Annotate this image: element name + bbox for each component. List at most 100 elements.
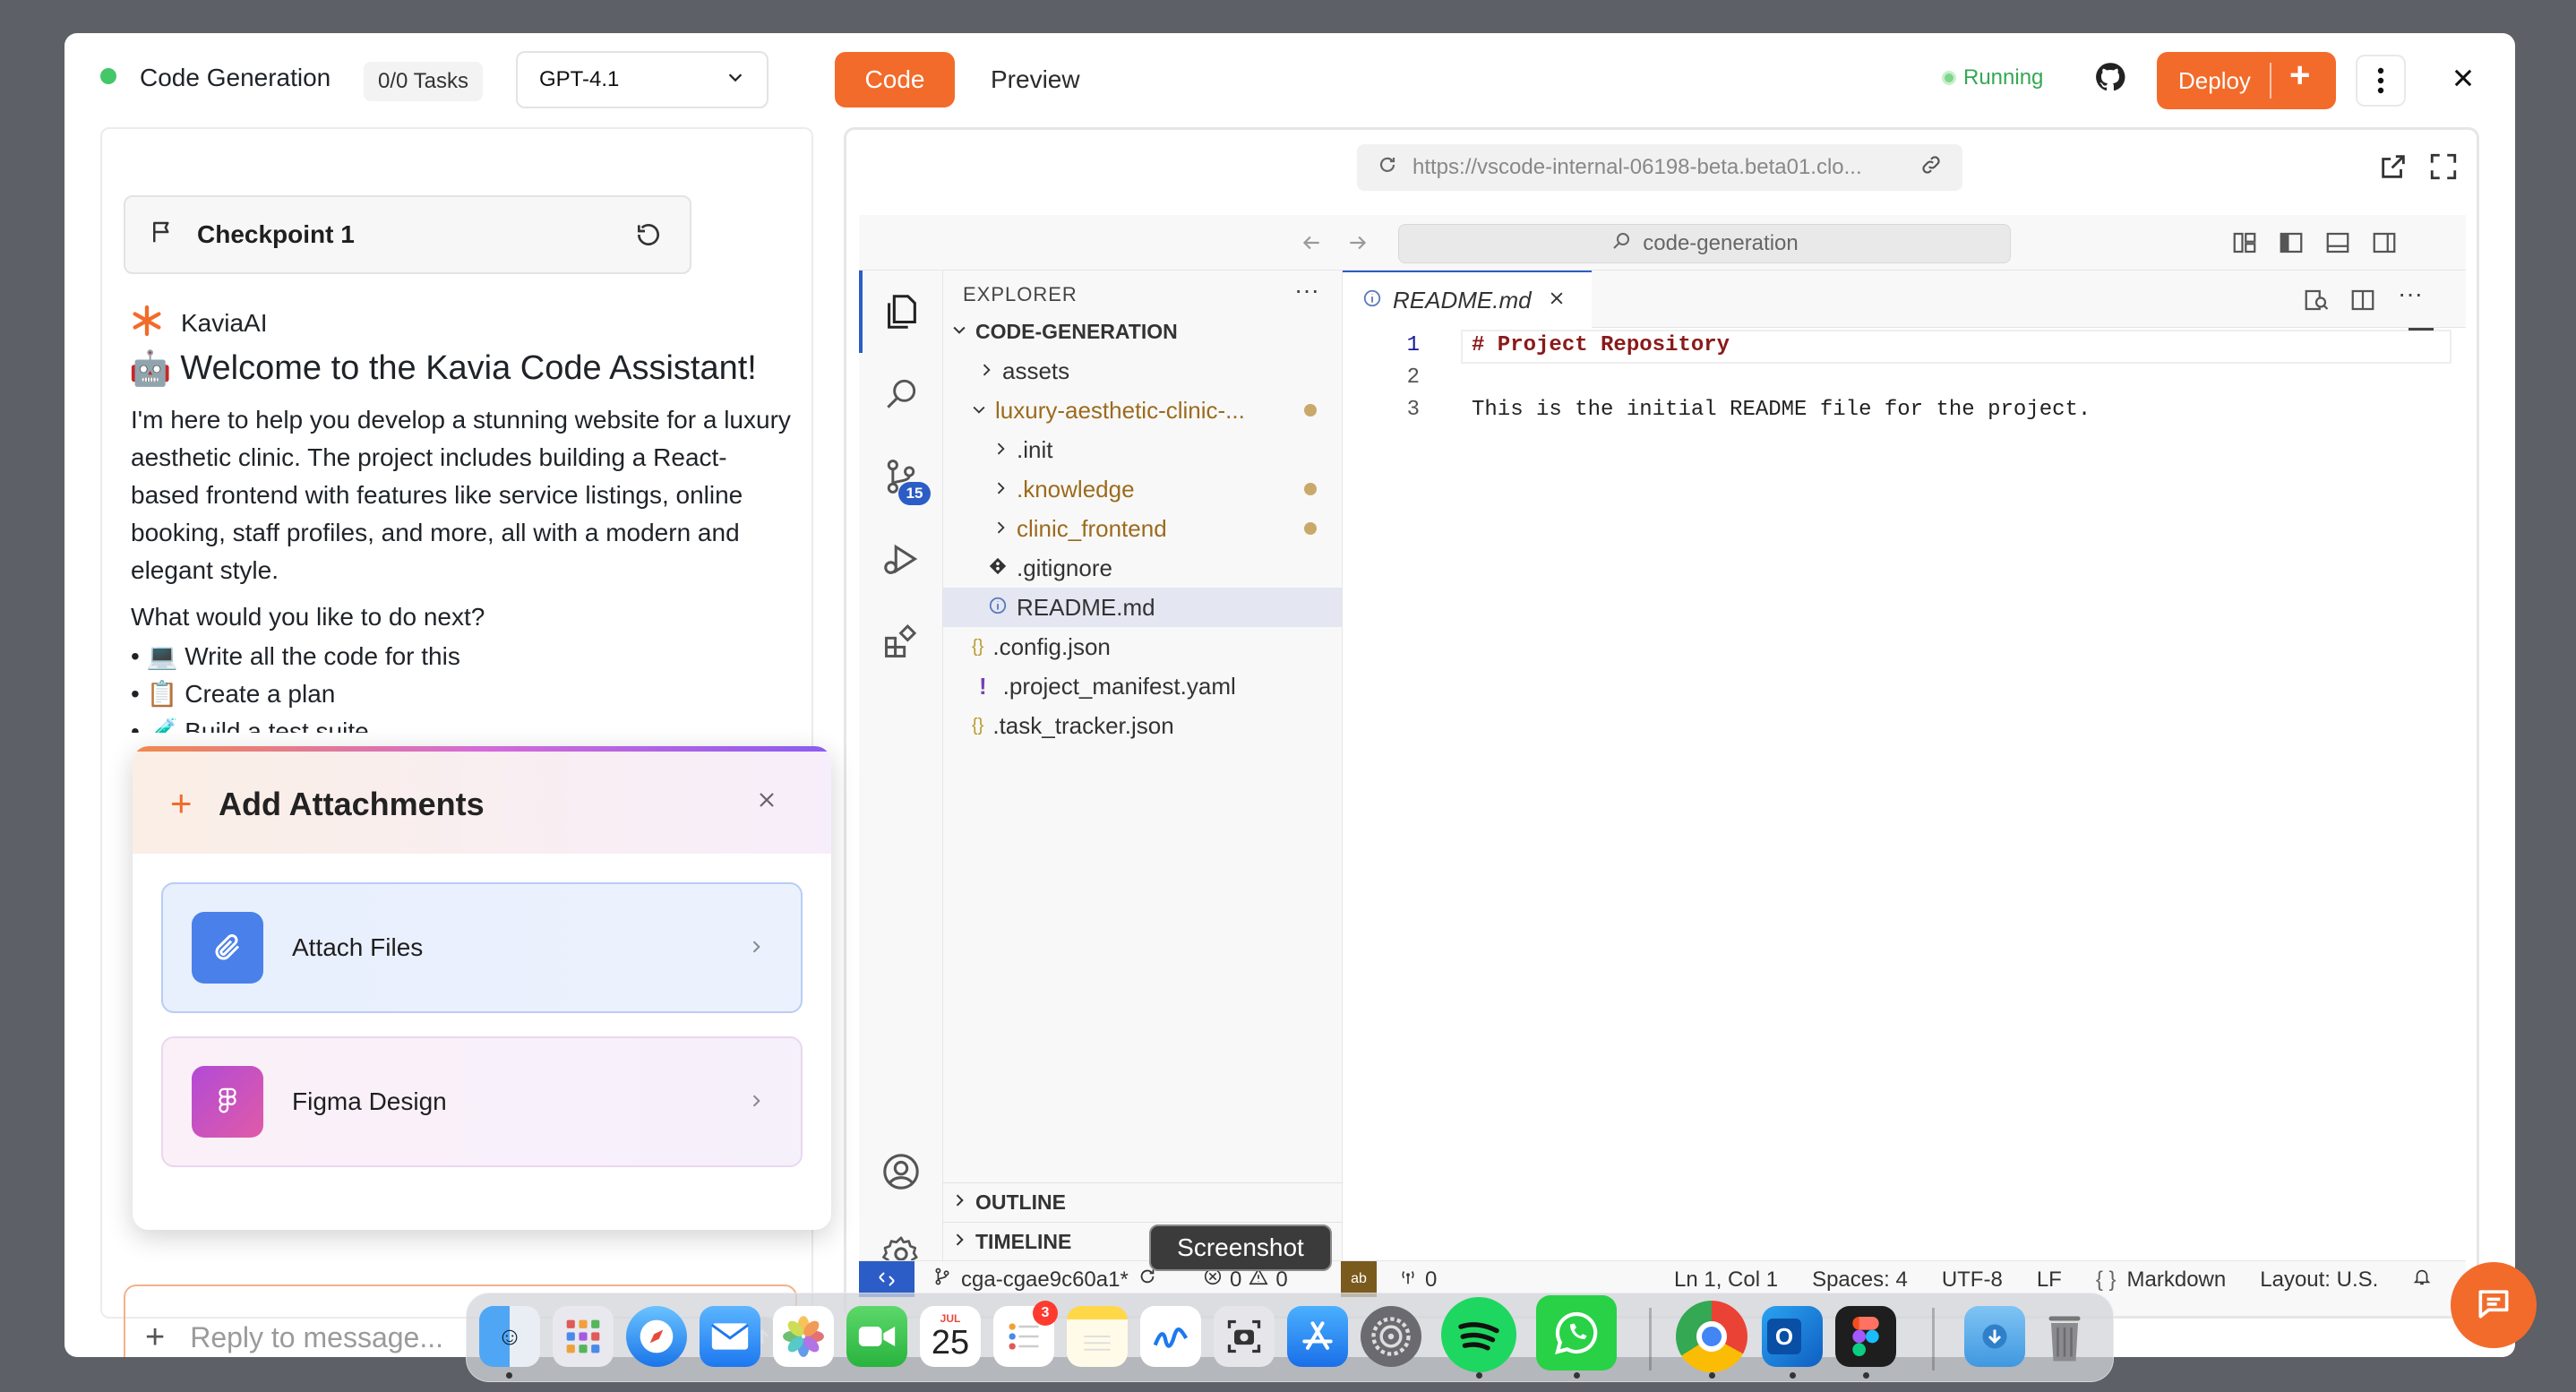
trash-icon[interactable] [2034,1306,2095,1367]
chevron-right-icon [950,1190,968,1215]
link-icon[interactable] [1919,153,1943,183]
tree-item[interactable]: {} .config.json [943,627,1342,666]
keyboard-layout[interactable]: Layout: U.S. [2260,1267,2378,1293]
option-item[interactable]: • 💻 Write all the code for this [131,638,794,675]
tree-item[interactable]: {} .task_tracker.json [943,706,1342,745]
spotify-icon[interactable] [1441,1297,1516,1372]
tasks-badge: 0/0 Tasks [364,62,483,101]
freeform-icon[interactable] [1140,1306,1201,1367]
modified-dot [1304,522,1317,535]
toggle-sidebar-icon[interactable] [2278,229,2305,261]
run-debug-icon[interactable] [859,518,943,600]
system-settings-icon[interactable] [1361,1306,1421,1367]
deploy-button[interactable]: Deploy + [2157,52,2336,109]
yaml-file-icon: ! [979,672,987,700]
checkpoint-card[interactable]: Checkpoint 1 [124,195,691,274]
tree-item[interactable]: ! .project_manifest.yaml [943,666,1342,706]
tab-code[interactable]: Code [835,52,955,107]
tree-item[interactable]: .init [943,430,1342,469]
close-icon[interactable] [2451,65,2476,95]
screenshot-icon[interactable] [1214,1306,1275,1367]
outline-section[interactable]: OUTLINE [943,1182,1342,1222]
attach-files-option[interactable]: Attach Files [161,882,803,1013]
close-icon[interactable] [756,789,777,815]
outlook-icon[interactable]: O [1762,1306,1823,1367]
downloads-folder-icon[interactable] [1964,1306,2025,1367]
explorer-icon[interactable] [859,271,943,353]
chrome-icon[interactable] [1676,1301,1747,1372]
bell-icon[interactable] [2412,1267,2432,1293]
accounts-icon[interactable] [859,1130,943,1213]
language-mode[interactable]: { } Markdown [2096,1267,2226,1293]
finder-icon[interactable]: ☺ [479,1306,540,1367]
code-lines[interactable]: 1 # Project Repository 2 3 This is the i… [1343,333,2466,430]
tab-preview[interactable]: Preview [991,65,1080,94]
url-bar[interactable]: https://vscode-internal-06198-beta.beta0… [1357,144,1962,191]
ports-indicator[interactable]: 0 [1398,1267,1437,1293]
github-icon[interactable] [2094,61,2126,98]
toggle-panel-icon[interactable] [2324,229,2351,261]
extensions-icon[interactable] [859,600,943,683]
tree-item-selected[interactable]: README.md [943,588,1342,627]
more-actions-icon[interactable]: ··· [1294,276,1319,305]
launchpad-icon[interactable] [553,1306,614,1367]
reminders-icon[interactable]: 3 [993,1301,1058,1367]
branch-indicator[interactable]: cga-cgae9c60a1* [932,1267,1157,1293]
forward-arrow-icon[interactable] [1344,231,1371,259]
safari-icon[interactable] [626,1306,687,1367]
reminders-badge: 3 [1033,1301,1058,1326]
more-menu-button[interactable] [2356,55,2406,107]
code-text: This is the initial README file for the … [1472,398,2091,422]
find-replace-icon[interactable]: ab [1341,1261,1377,1297]
figma-design-option[interactable]: Figma Design [161,1036,803,1167]
open-external-icon[interactable] [2378,151,2409,186]
notes-icon[interactable] [1067,1306,1128,1367]
fullscreen-icon[interactable] [2428,151,2459,186]
option-item[interactable]: • 🧪 Build a test suite [131,713,794,733]
whatsapp-icon[interactable] [1536,1295,1617,1371]
popup-header: + Add Attachments [133,746,831,854]
chevron-right-icon [977,357,995,385]
tree-item[interactable]: .knowledge [943,469,1342,509]
plus-icon[interactable]: + [145,1319,165,1357]
info-icon [988,594,1008,622]
tree-item[interactable]: .gitignore [943,548,1342,588]
split-editor-icon[interactable] [2349,287,2376,318]
customize-layout-icon[interactable] [2231,229,2258,261]
figma-app-icon[interactable] [1835,1306,1896,1367]
line-ending[interactable]: LF [2037,1267,2062,1293]
tree-item-label: luxury-aesthetic-clinic-... [995,396,1245,424]
question-text: What would you like to do next? [131,603,485,631]
indentation[interactable]: Spaces: 4 [1812,1267,1908,1293]
tree-item[interactable]: clinic_frontend [943,509,1342,548]
app-store-icon[interactable] [1287,1306,1348,1367]
calendar-month: JUL [940,1312,961,1325]
back-arrow-icon[interactable] [1298,231,1325,259]
option-item[interactable]: • 📋 Create a plan [131,675,794,713]
mail-icon[interactable] [700,1306,760,1367]
reload-icon[interactable] [1377,154,1398,182]
restore-icon[interactable] [634,220,663,255]
encoding[interactable]: UTF-8 [1942,1267,2003,1293]
plus-icon[interactable]: + [2289,56,2310,96]
root-folder[interactable]: CODE-GENERATION [943,312,1342,351]
more-actions-icon[interactable]: ··· [2398,279,2423,308]
sender-name: KaviaAI [181,308,268,337]
calendar-icon[interactable]: JUL 25 [920,1306,981,1367]
close-tab-icon[interactable] [1548,289,1566,312]
chat-support-button[interactable] [2451,1262,2537,1348]
search-icon[interactable] [859,353,943,435]
cursor-position[interactable]: Ln 1, Col 1 [1674,1267,1778,1293]
command-center-search[interactable]: code-generation [1398,224,2011,263]
facetime-icon[interactable] [846,1306,907,1367]
source-control-icon[interactable]: 15 [859,435,943,518]
tree-item[interactable]: assets [943,351,1342,391]
model-select[interactable]: GPT-4.1 [516,51,769,108]
running-status: Running [1942,65,2043,90]
toggle-secondary-sidebar-icon[interactable] [2371,229,2398,261]
remote-indicator[interactable] [859,1261,914,1297]
photos-icon[interactable] [773,1306,834,1367]
open-preview-icon[interactable] [2303,287,2330,318]
editor-tab[interactable]: README.md [1343,271,1592,328]
tree-item[interactable]: luxury-aesthetic-clinic-... [943,391,1342,430]
